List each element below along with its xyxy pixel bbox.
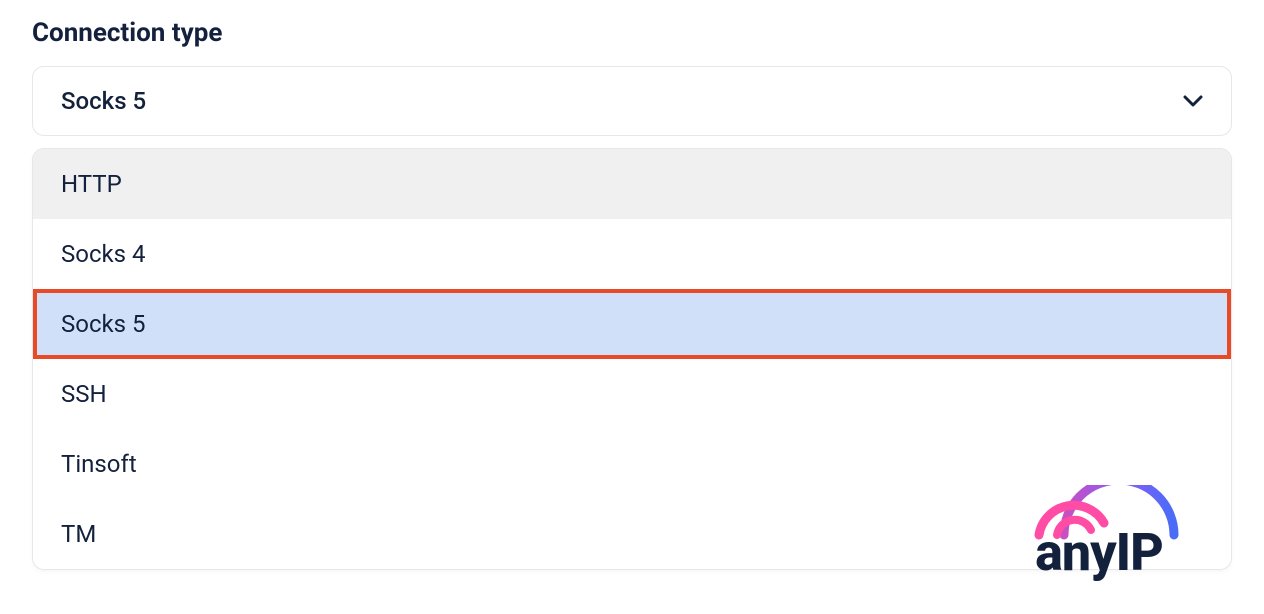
connection-type-dropdown: Socks 5 HTTP Socks 4 Socks 5 SSH Tinsoft… — [32, 66, 1232, 136]
dropdown-option-tm[interactable]: TM — [33, 499, 1231, 569]
dropdown-option-socks4[interactable]: Socks 4 — [33, 219, 1231, 289]
dropdown-option-socks5[interactable]: Socks 5 — [33, 289, 1231, 359]
dropdown-selected-value: Socks 5 — [61, 87, 146, 115]
dropdown-option-ssh[interactable]: SSH — [33, 359, 1231, 429]
option-label: TM — [61, 520, 96, 548]
dropdown-trigger[interactable]: Socks 5 — [32, 66, 1232, 136]
dropdown-option-tinsoft[interactable]: Tinsoft — [33, 429, 1231, 499]
option-label: Socks 4 — [61, 240, 146, 268]
option-label: SSH — [61, 380, 107, 408]
dropdown-option-http[interactable]: HTTP — [33, 149, 1231, 219]
dropdown-options-list: HTTP Socks 4 Socks 5 SSH Tinsoft TM — [32, 148, 1232, 570]
option-label: HTTP — [61, 170, 122, 198]
chevron-down-icon — [1183, 91, 1203, 111]
option-label: Tinsoft — [61, 450, 137, 478]
connection-type-label: Connection type — [32, 18, 1232, 48]
option-label: Socks 5 — [61, 310, 146, 338]
